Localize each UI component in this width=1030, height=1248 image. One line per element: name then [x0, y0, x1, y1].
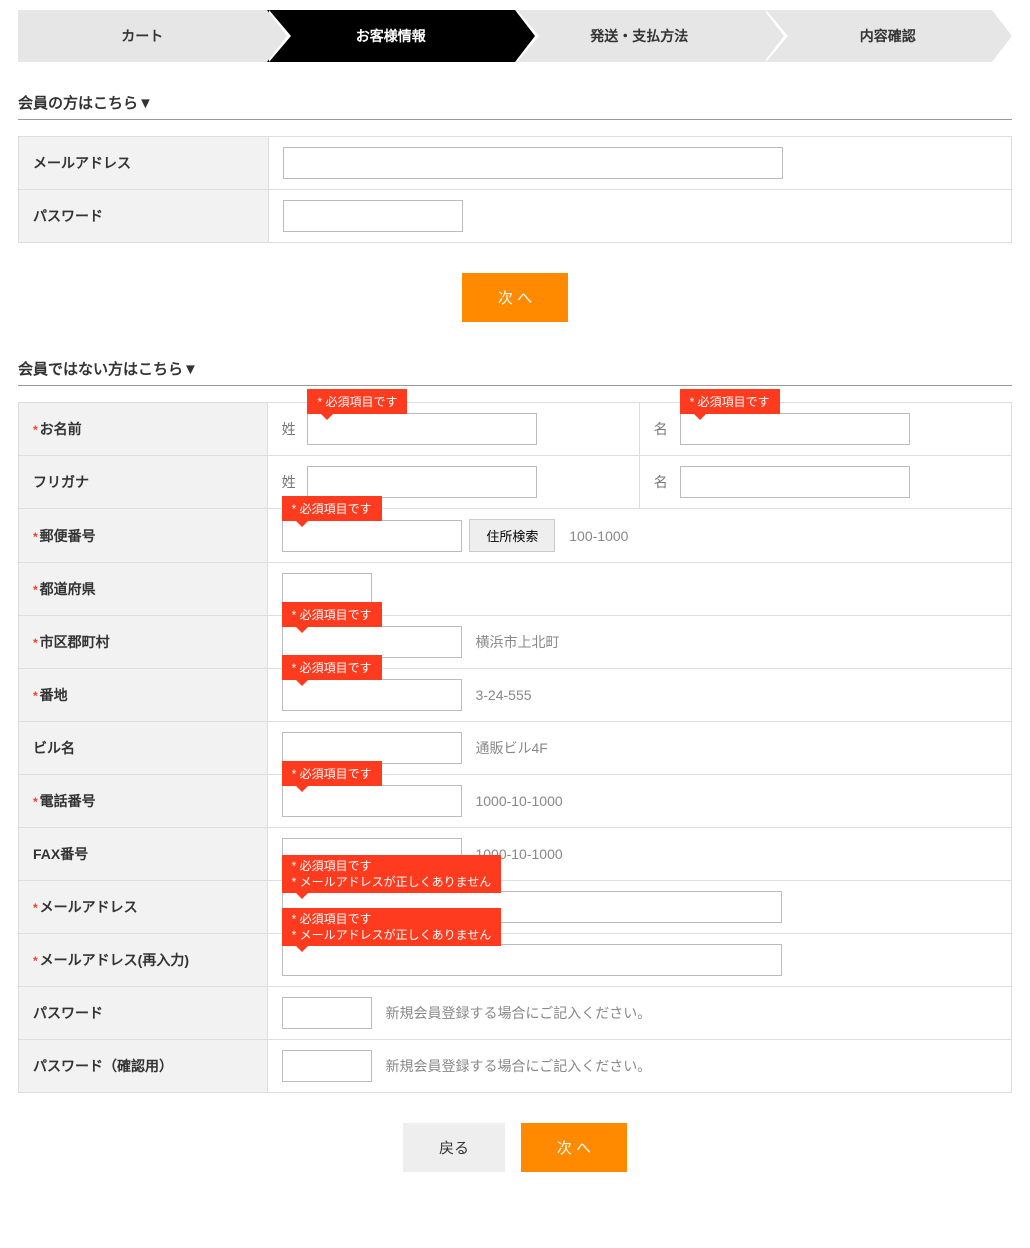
password2-hint: 新規会員登録する場合にご記入ください。: [385, 1058, 651, 1074]
postal-hint: 100-1000: [569, 528, 628, 544]
sei-label: 姓: [282, 419, 304, 439]
error-tel: * 必須項目です: [282, 761, 382, 786]
step-customer-info: お客様情報: [267, 10, 516, 62]
city-label: *市区郡町村: [19, 616, 268, 669]
checkout-steps: カート お客様情報 発送・支払方法 内容確認: [18, 10, 1012, 62]
password-label: パスワード: [19, 987, 268, 1040]
building-input[interactable]: [282, 732, 462, 764]
password-hint: 新規会員登録する場合にご記入ください。: [385, 1005, 651, 1021]
password2-input[interactable]: [282, 1050, 372, 1082]
furigana-label: フリガナ: [19, 456, 268, 509]
furigana-mei-input[interactable]: [680, 466, 910, 498]
email2-label: *メールアドレス(再入力): [19, 934, 268, 987]
pref-input[interactable]: [282, 573, 372, 605]
error-addr: * 必須項目です: [282, 655, 382, 680]
name-sei-input[interactable]: [307, 413, 537, 445]
step-cart: カート: [18, 10, 267, 62]
error-city: * 必須項目です: [282, 602, 382, 627]
email-label: *メールアドレス: [19, 881, 268, 934]
login-password-label: パスワード: [19, 190, 269, 243]
error-name-sei: * 必須項目です: [307, 389, 407, 414]
login-email-input[interactable]: [283, 147, 783, 179]
name-label: *お名前: [19, 403, 268, 456]
error-name-mei: * 必須項目です: [680, 389, 780, 414]
postal-label: *郵便番号: [19, 509, 268, 563]
furigana-sei-input[interactable]: [307, 466, 537, 498]
login-email-label: メールアドレス: [19, 137, 269, 190]
address-search-button[interactable]: 住所検索: [469, 519, 555, 552]
error-email2: * 必須項目です* メールアドレスが正しくありません: [282, 908, 502, 946]
next-button[interactable]: 次 へ: [521, 1123, 627, 1172]
nonmember-section-heading[interactable]: 会員ではない方はこちら▼: [18, 358, 1012, 386]
email2-input[interactable]: [282, 944, 782, 976]
building-hint: 通販ビル4F: [475, 740, 547, 756]
postal-input[interactable]: [282, 520, 462, 552]
step-confirm: 内容確認: [764, 10, 1013, 62]
member-section-heading[interactable]: 会員の方はこちら▼: [18, 92, 1012, 120]
pref-label: *都道府県: [19, 563, 268, 616]
city-hint: 横浜市上北町: [475, 634, 559, 650]
building-label: ビル名: [19, 722, 268, 775]
city-input[interactable]: [282, 626, 462, 658]
password-input[interactable]: [282, 997, 372, 1029]
error-postal: * 必須項目です: [282, 496, 382, 521]
tel-label: *電話番号: [19, 775, 268, 828]
addr-hint: 3-24-555: [475, 687, 531, 703]
tel-hint: 1000-10-1000: [475, 793, 562, 809]
furigana-sei-label: 姓: [282, 472, 304, 492]
furigana-mei-label: 名: [654, 472, 676, 492]
name-mei-input[interactable]: [680, 413, 910, 445]
customer-form-table: *お名前 姓 * 必須項目です 名 * 必須項目です フリガナ 姓 名 *郵便番: [18, 402, 1012, 1093]
login-table: メールアドレス パスワード: [18, 136, 1012, 243]
login-password-input[interactable]: [283, 200, 463, 232]
tel-input[interactable]: [282, 785, 462, 817]
password2-label: パスワード（確認用）: [19, 1040, 268, 1093]
step-shipping-payment: 発送・支払方法: [515, 10, 764, 62]
error-email: * 必須項目です* メールアドレスが正しくありません: [282, 855, 502, 893]
back-button[interactable]: 戻る: [403, 1123, 505, 1172]
login-next-button[interactable]: 次 へ: [462, 273, 568, 322]
addr-label: *番地: [19, 669, 268, 722]
mei-label: 名: [654, 419, 676, 439]
addr-input[interactable]: [282, 679, 462, 711]
fax-label: FAX番号: [19, 828, 268, 881]
